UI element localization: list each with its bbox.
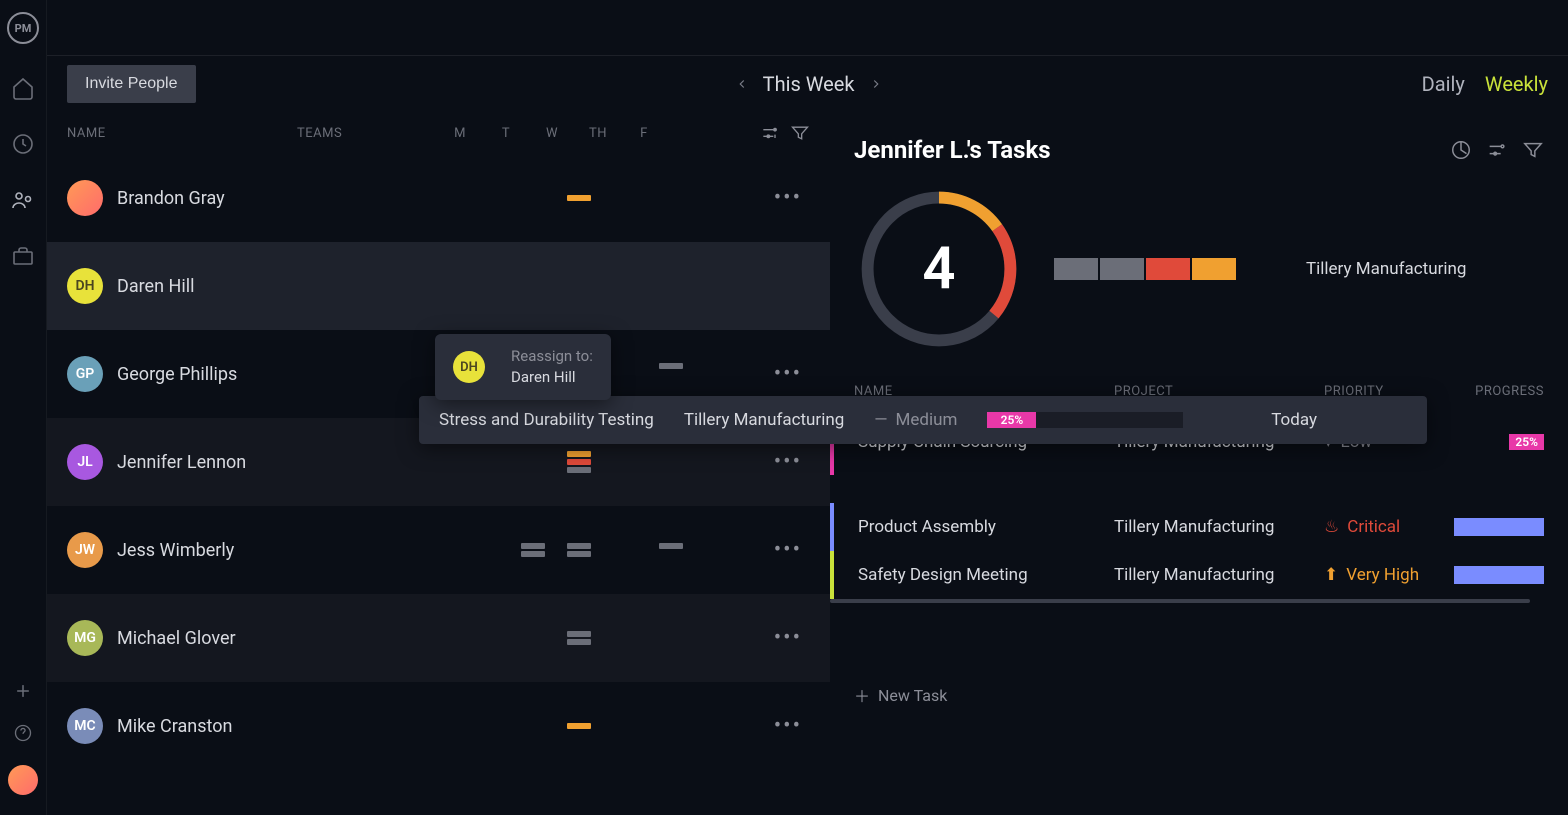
tooltip-label: Reassign to: bbox=[511, 346, 593, 367]
col-mon: M bbox=[437, 126, 483, 141]
people-icon[interactable] bbox=[11, 188, 35, 212]
home-icon[interactable] bbox=[11, 76, 35, 100]
person-name: Michael Glover bbox=[117, 628, 236, 649]
help-icon[interactable] bbox=[13, 723, 33, 743]
day-cells bbox=[510, 723, 740, 729]
settings-icon[interactable] bbox=[1486, 139, 1508, 161]
new-task-button[interactable]: ＋ New Task bbox=[830, 663, 1568, 727]
legend-bars bbox=[1054, 258, 1236, 280]
avatar: JL bbox=[67, 444, 103, 480]
reassign-tooltip: DH Reassign to: Daren Hill bbox=[435, 334, 611, 400]
people-header: NAME TEAMS M T W TH F bbox=[47, 112, 830, 154]
task-row[interactable]: Safety Design Meeting Tillery Manufactur… bbox=[830, 551, 1568, 599]
person-row[interactable]: MG Michael Glover ••• bbox=[47, 594, 830, 682]
drag-due: Today bbox=[1271, 410, 1317, 430]
day-cells bbox=[510, 631, 740, 645]
week-navigator: This Week bbox=[196, 72, 1422, 96]
prev-week-button[interactable] bbox=[735, 74, 749, 94]
view-weekly[interactable]: Weekly bbox=[1485, 72, 1548, 96]
person-row[interactable]: Brandon Gray ••• bbox=[47, 154, 830, 242]
gauge-value: 4 bbox=[854, 184, 1024, 354]
avatar: JW bbox=[67, 532, 103, 568]
avatar: DH bbox=[67, 268, 103, 304]
col-fri: F bbox=[621, 126, 667, 141]
task-pane: Jennifer L.'s Tasks 4 bbox=[830, 112, 1568, 815]
col-tue: T bbox=[483, 126, 529, 141]
col-wed: W bbox=[529, 126, 575, 141]
person-row[interactable]: DH Daren Hill bbox=[47, 242, 830, 330]
row-menu-button[interactable]: ••• bbox=[774, 186, 802, 211]
sidebar: PM bbox=[0, 0, 47, 815]
person-name: Daren Hill bbox=[117, 276, 194, 297]
avatar: GP bbox=[67, 356, 103, 392]
task-row[interactable]: Product Assembly Tillery Manufacturing ♨… bbox=[830, 503, 1568, 551]
fire-icon: ♨ bbox=[1324, 517, 1339, 537]
add-icon[interactable] bbox=[13, 681, 33, 701]
tooltip-name: Daren Hill bbox=[511, 367, 593, 388]
people-pane: NAME TEAMS M T W TH F Brandon Gray bbox=[47, 112, 830, 815]
task-project: Tillery Manufacturing bbox=[1114, 517, 1324, 537]
drag-project: Tillery Manufacturing bbox=[684, 410, 844, 430]
task-gauge: 4 bbox=[854, 184, 1024, 354]
drag-progress: 25% bbox=[987, 412, 1183, 428]
task-project: Tillery Manufacturing bbox=[1114, 565, 1324, 585]
dragged-task[interactable]: Stress and Durability Testing Tillery Ma… bbox=[419, 396, 1427, 444]
row-menu-button[interactable]: ••• bbox=[774, 626, 802, 651]
toolbar: Invite People This Week Daily Weekly bbox=[47, 56, 1568, 112]
briefcase-icon[interactable] bbox=[11, 244, 35, 268]
person-name: George Phillips bbox=[117, 364, 237, 385]
arrow-up-icon: ⬆ bbox=[1324, 565, 1338, 585]
next-week-button[interactable] bbox=[869, 74, 883, 94]
task-name: Product Assembly bbox=[858, 517, 1114, 537]
task-progress: 25% bbox=[1454, 434, 1544, 450]
legend-label: Tillery Manufacturing bbox=[1306, 259, 1466, 279]
avatar: MG bbox=[67, 620, 103, 656]
row-menu-button[interactable]: ••• bbox=[774, 450, 802, 475]
row-menu-button[interactable]: ••• bbox=[774, 538, 802, 563]
current-user-avatar[interactable] bbox=[8, 765, 38, 795]
task-progress bbox=[1454, 566, 1544, 584]
avatar bbox=[67, 180, 103, 216]
dash-icon: — bbox=[874, 410, 887, 430]
task-priority: ♨Critical bbox=[1324, 517, 1454, 537]
col-task-progress[interactable]: PROGRESS bbox=[1454, 384, 1544, 399]
person-name: Jennifer Lennon bbox=[117, 452, 246, 473]
avatar: DH bbox=[453, 351, 485, 383]
avatar: MC bbox=[67, 708, 103, 744]
person-name: Jess Wimberly bbox=[117, 540, 234, 561]
settings-icon[interactable] bbox=[760, 123, 780, 143]
filter-icon[interactable] bbox=[790, 123, 810, 143]
task-name: Safety Design Meeting bbox=[858, 565, 1114, 585]
view-daily[interactable]: Daily bbox=[1422, 72, 1465, 96]
col-teams[interactable]: TEAMS bbox=[297, 126, 437, 141]
task-progress bbox=[1454, 518, 1544, 536]
task-priority: ⬆Very High bbox=[1324, 565, 1454, 585]
person-row[interactable]: MC Mike Cranston ••• bbox=[47, 682, 830, 770]
day-cells bbox=[510, 451, 740, 473]
plus-icon: ＋ bbox=[854, 683, 870, 707]
topbar bbox=[47, 0, 1568, 56]
app-logo[interactable]: PM bbox=[7, 12, 39, 44]
col-thu: TH bbox=[575, 126, 621, 141]
week-label: This Week bbox=[763, 72, 855, 96]
row-menu-button[interactable]: ••• bbox=[774, 714, 802, 739]
drag-priority: —Medium bbox=[874, 410, 957, 430]
person-name: Brandon Gray bbox=[117, 188, 225, 209]
chart-icon[interactable] bbox=[1450, 139, 1472, 161]
day-cells bbox=[510, 195, 740, 201]
person-name: Mike Cranston bbox=[117, 716, 232, 737]
invite-people-button[interactable]: Invite People bbox=[67, 65, 196, 103]
person-row[interactable]: JW Jess Wimberly ••• bbox=[47, 506, 830, 594]
panel-title: Jennifer L.'s Tasks bbox=[854, 136, 1450, 164]
day-cells bbox=[510, 543, 740, 557]
clock-icon[interactable] bbox=[11, 132, 35, 156]
row-menu-button[interactable]: ••• bbox=[774, 362, 802, 387]
filter-icon[interactable] bbox=[1522, 139, 1544, 161]
workload-bar bbox=[567, 195, 591, 201]
col-name[interactable]: NAME bbox=[67, 126, 297, 141]
drag-task-name: Stress and Durability Testing bbox=[439, 410, 654, 430]
